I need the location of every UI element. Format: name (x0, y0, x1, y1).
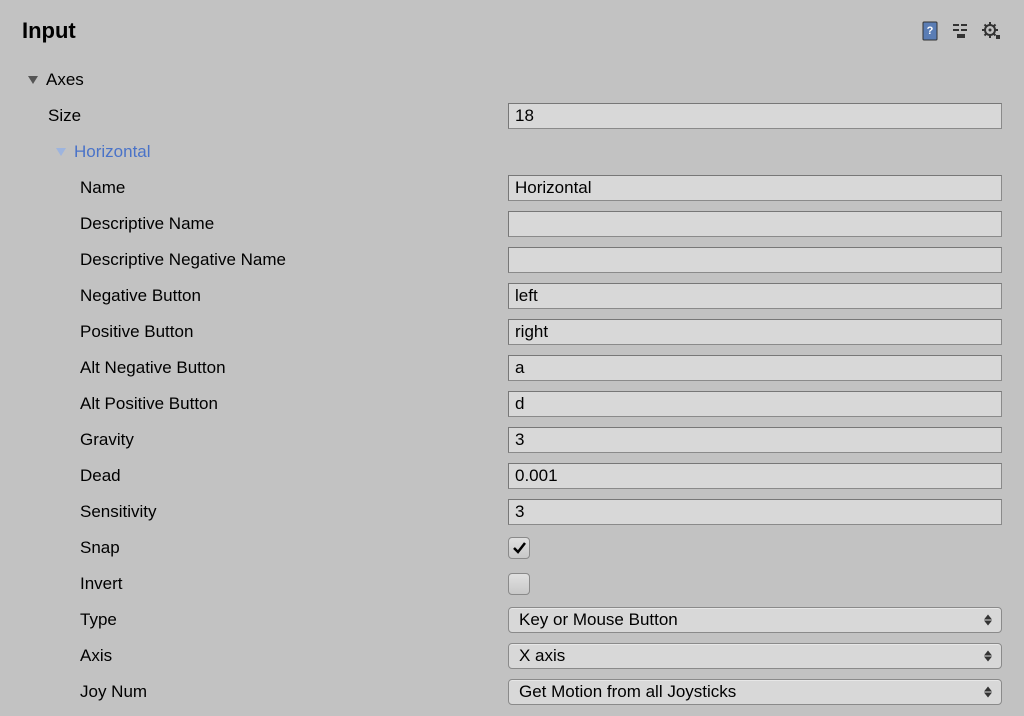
label-snap: Snap (80, 538, 120, 558)
gear-icon[interactable] (980, 20, 1002, 42)
input-size[interactable] (508, 103, 1002, 129)
checkbox-invert[interactable] (508, 573, 530, 595)
label-axis: Axis (80, 646, 112, 666)
foldout-toggle-axes[interactable] (26, 73, 40, 87)
input-positive-button[interactable] (508, 319, 1002, 345)
dropdown-joy-num-value: Get Motion from all Joysticks (519, 682, 736, 702)
foldout-toggle-horizontal[interactable] (54, 145, 68, 159)
dropdown-axis[interactable]: X axis (508, 643, 1002, 669)
checkbox-snap[interactable] (508, 537, 530, 559)
chevron-updown-icon (983, 615, 993, 626)
label-dead: Dead (80, 466, 121, 486)
label-descriptive-name: Descriptive Name (80, 214, 214, 234)
axes-label: Axes (46, 70, 84, 90)
label-alt-positive-button: Alt Positive Button (80, 394, 218, 414)
svg-text:?: ? (927, 25, 934, 37)
input-descriptive-name[interactable] (508, 211, 1002, 237)
chevron-updown-icon (983, 651, 993, 662)
label-joy-num: Joy Num (80, 682, 147, 702)
dropdown-type[interactable]: Key or Mouse Button (508, 607, 1002, 633)
input-sensitivity[interactable] (508, 499, 1002, 525)
input-gravity[interactable] (508, 427, 1002, 453)
label-invert: Invert (80, 574, 123, 594)
input-descriptive-negative-name[interactable] (508, 247, 1002, 273)
input-name[interactable] (508, 175, 1002, 201)
preset-icon[interactable] (950, 20, 972, 42)
input-alt-negative-button[interactable] (508, 355, 1002, 381)
label-size: Size (48, 106, 81, 126)
label-name: Name (80, 178, 125, 198)
label-positive-button: Positive Button (80, 322, 193, 342)
page-title: Input (22, 18, 76, 44)
label-alt-negative-button: Alt Negative Button (80, 358, 226, 378)
input-dead[interactable] (508, 463, 1002, 489)
label-negative-button: Negative Button (80, 286, 201, 306)
dropdown-type-value: Key or Mouse Button (519, 610, 678, 630)
dropdown-joy-num[interactable]: Get Motion from all Joysticks (508, 679, 1002, 705)
label-descriptive-negative-name: Descriptive Negative Name (80, 250, 286, 270)
label-gravity: Gravity (80, 430, 134, 450)
label-sensitivity: Sensitivity (80, 502, 157, 522)
dropdown-axis-value: X axis (519, 646, 565, 666)
help-icon[interactable]: ? (920, 20, 942, 42)
input-alt-positive-button[interactable] (508, 391, 1002, 417)
input-negative-button[interactable] (508, 283, 1002, 309)
label-type: Type (80, 610, 117, 630)
chevron-updown-icon (983, 687, 993, 698)
axis-header-horizontal[interactable]: Horizontal (74, 142, 151, 162)
